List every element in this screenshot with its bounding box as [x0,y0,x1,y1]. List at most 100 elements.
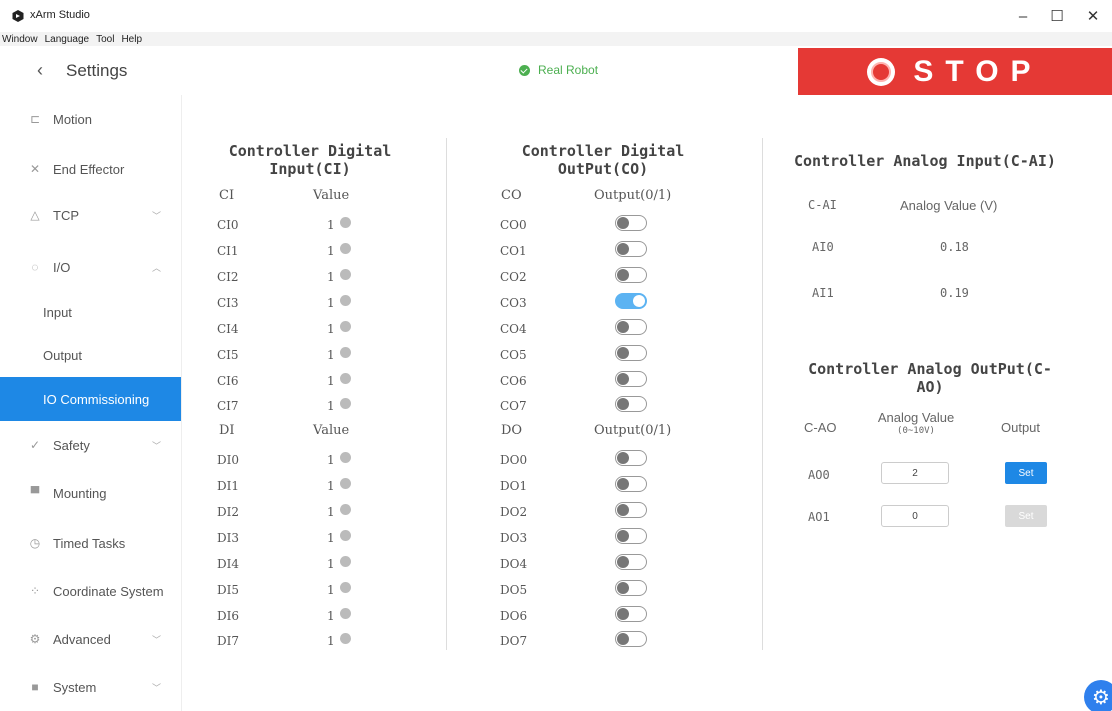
ao-row-name: AO1 [808,510,830,524]
sidebar-item-label: Mounting [53,485,107,501]
sidebar-item-input[interactable]: Input [0,290,181,334]
co-row-name: CO2 [500,270,527,284]
ai-row-value: 0.19 [940,286,969,300]
co7-toggle[interactable] [615,396,647,412]
sidebar-item-io[interactable]: ◌ I/O ︿ [0,245,181,289]
co6-toggle[interactable] [615,371,647,387]
co0-toggle[interactable] [615,215,647,231]
stop-button[interactable]: STOP [798,48,1112,95]
ao0-value-input[interactable]: 2 [881,462,949,484]
di-row-name: DI7 [217,634,239,648]
ci-header-value: Value [313,188,350,203]
robot-status: Real Robot [519,63,598,77]
sidebar-item-coordinate-system[interactable]: ⁘ Coordinate System [0,569,181,613]
sidebar-item-safety[interactable]: ✓ Safety ﹀ [0,423,181,467]
co5-toggle[interactable] [615,345,647,361]
ci-heading: Controller Digital Input(CI) [196,142,424,178]
sidebar-item-system[interactable]: ■ System ﹀ [0,665,181,709]
co1-toggle[interactable] [615,241,647,257]
status-led-icon [340,504,351,515]
do1-toggle[interactable] [615,476,647,492]
ci-row-name: CI1 [217,244,239,258]
toggle-knob [633,295,645,307]
do0-toggle[interactable] [615,450,647,466]
tcp-icon: △ [30,208,40,222]
sidebar-item-io-commissioning[interactable]: IO Commissioning [0,377,181,421]
status-led-icon [340,398,351,409]
ci-row-name: CI7 [217,399,239,413]
ci-heading-line1: Controller Digital [228,142,392,160]
ci-row-name: CI5 [217,348,239,362]
ci-row-name: CI6 [217,374,239,388]
co3-toggle[interactable] [615,293,647,309]
status-led-icon [340,556,351,567]
status-led-icon [340,243,351,254]
di-row-name: DI2 [217,505,239,519]
stop-icon [867,57,896,86]
do-row-name: DO4 [500,557,528,571]
co-row-name: CO5 [500,348,527,362]
chevron-down-icon: ﹀ [152,440,162,451]
sidebar-item-motion[interactable]: ⊏ Motion [0,97,181,141]
ao1-value-input[interactable]: 0 [881,505,949,527]
di-row-name: DI4 [217,557,239,571]
stop-label: STOP [913,54,1043,88]
status-led-icon [340,347,351,358]
co-row-name: CO7 [500,399,527,413]
co2-toggle[interactable] [615,267,647,283]
menu-tool[interactable]: Tool [96,34,114,45]
di-row-name: DI1 [217,479,239,493]
do5-toggle[interactable] [615,580,647,596]
status-led-icon [340,217,351,228]
toggle-knob [617,582,629,594]
sidebar-item-label: Motion [53,111,93,127]
minimize-button[interactable]: – [1006,4,1040,28]
do-header-name: DO [501,423,523,438]
ci-row-name: CI4 [217,322,239,336]
do4-toggle[interactable] [615,554,647,570]
motion-icon: ⊏ [29,112,41,126]
do-row-name: DO0 [500,453,528,467]
do7-toggle[interactable] [615,631,647,647]
close-button[interactable]: ✕ [1076,4,1110,28]
sidebar-item-label: Advanced [53,631,111,647]
ao-heading: Controller Analog OutPut(C- AO) [782,360,1078,396]
sidebar-item-label: TCP [53,207,79,223]
ai-row-name: AI1 [812,286,834,300]
menu-window[interactable]: Window [2,34,38,45]
ao1-set-button[interactable]: Set [1005,505,1047,527]
di-row-value: 1 [327,531,335,545]
ao0-set-button[interactable]: Set [1005,462,1047,484]
do-row-name: DO3 [500,531,528,545]
toggle-knob [617,217,629,229]
ao-header-value: Analog Value [877,410,955,425]
gear-icon[interactable]: ⚙ [1084,680,1112,711]
sidebar-item-mounting[interactable]: ▀ Mounting [0,471,181,515]
di-header-value: Value [313,423,350,438]
di-row-name: DI0 [217,453,239,467]
sidebar-item-output[interactable]: Output [0,333,181,377]
do3-toggle[interactable] [615,528,647,544]
sidebar-item-advanced[interactable]: ⚙ Advanced ﹀ [0,617,181,661]
sidebar-item-tcp[interactable]: △ TCP ﹀ [0,193,181,237]
toggle-knob [617,608,629,620]
co-row-name: CO1 [500,244,527,258]
check-circle-icon [519,64,530,76]
menu-language[interactable]: Language [45,34,90,45]
co-row-name: CO4 [500,322,527,336]
toggle-knob [617,478,629,490]
co4-toggle[interactable] [615,319,647,335]
di-row-value: 1 [327,453,335,467]
toggle-knob [617,243,629,255]
co-heading: Controller Digital OutPut(CO) [487,142,719,178]
do2-toggle[interactable] [615,502,647,518]
ci-row-value: 1 [327,270,335,284]
maximize-button[interactable]: ☐ [1040,4,1074,28]
sidebar-item-end-effector[interactable]: ✕ End Effector [0,147,181,191]
do6-toggle[interactable] [615,606,647,622]
status-led-icon [340,608,351,619]
sidebar-item-timed-tasks[interactable]: ◷ Timed Tasks [0,521,181,565]
sidebar-item-label: I/O [53,259,71,275]
menu-help[interactable]: Help [121,34,142,45]
back-arrow-icon[interactable]: ‹ [37,60,43,81]
